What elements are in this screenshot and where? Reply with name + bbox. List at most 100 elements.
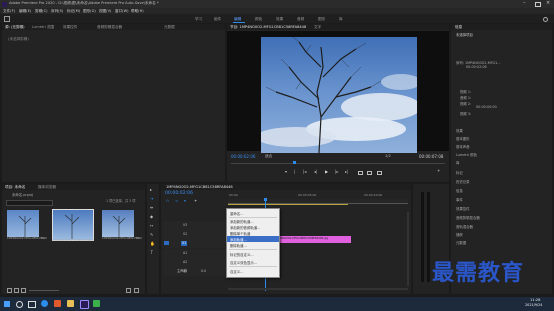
panel-link-audio-track-mixer[interactable]: 音轨混合器: [456, 224, 473, 229]
tab-info[interactable]: 信息: [455, 25, 462, 30]
quality-dropdown[interactable]: 1/2: [385, 154, 391, 159]
track-header-a3[interactable]: A3: [163, 267, 227, 276]
menu-add-track[interactable]: 添加新的轨道...: [230, 219, 254, 224]
program-timecode-left[interactable]: 00:00:02:06: [231, 155, 255, 159]
panel-link-info[interactable]: 信息: [456, 188, 463, 193]
track-header-v1[interactable]: V1: [163, 239, 227, 248]
timeline-settings-icon[interactable]: ✦: [194, 199, 197, 203]
selection-tool-icon[interactable]: ▸: [150, 188, 152, 192]
fit-dropdown[interactable]: 适合: [265, 154, 272, 159]
menu-delete-tracks[interactable]: 删除轨道...: [230, 243, 247, 248]
work-area-bar[interactable]: [228, 203, 348, 205]
folder-icon[interactable]: [67, 300, 74, 307]
tab-program[interactable]: 节目: 1MP4NG0O2-MFG1CB81C58RFA8448: [230, 25, 306, 30]
hand-icon[interactable]: ✋: [150, 242, 155, 246]
icon-view-icon[interactable]: [21, 288, 26, 293]
snap-icon[interactable]: ∩: [166, 199, 169, 203]
workspace-effects[interactable]: 效果: [276, 17, 283, 22]
track-header-v3[interactable]: V3: [163, 221, 227, 230]
add-button-icon[interactable]: +: [437, 169, 440, 173]
type-icon[interactable]: T: [151, 251, 153, 255]
track-select-icon[interactable]: ⇥: [150, 197, 153, 201]
panel-link-audio-clip-mixer[interactable]: 音频剪辑混合器: [456, 215, 480, 220]
source-patch-v1[interactable]: [164, 241, 169, 245]
edge-icon[interactable]: [41, 300, 48, 307]
ripple-edit-icon[interactable]: ⇹: [150, 206, 153, 210]
program-scrubber[interactable]: [231, 163, 445, 164]
slip-icon[interactable]: ↔: [150, 224, 153, 228]
workspace-assembly[interactable]: 组件: [214, 17, 221, 22]
wechat-icon[interactable]: [93, 300, 100, 307]
search-taskbar-icon[interactable]: [16, 301, 23, 308]
panel-link-effects[interactable]: 效果: [456, 128, 463, 133]
panel-link-metadata[interactable]: 元数据: [456, 240, 466, 245]
tab-timeline-sequence[interactable]: 1MP4NG0O2-MFG1CB81C58RFA8448: [166, 185, 233, 189]
list-view-icon[interactable]: [14, 288, 19, 293]
tab-metadata[interactable]: 元数据: [164, 25, 175, 30]
panel-link-events[interactable]: 事件: [456, 197, 463, 202]
tab-text[interactable]: 文字: [314, 25, 321, 30]
razor-icon[interactable]: ◆: [150, 215, 153, 219]
tab-project[interactable]: 项目: 未命名: [5, 185, 25, 190]
panel-link-capture[interactable]: 捕获: [456, 232, 463, 237]
menu-rename[interactable]: 重命名...: [230, 211, 243, 216]
start-icon[interactable]: [4, 301, 10, 307]
lift-icon[interactable]: [358, 171, 363, 175]
workspace-libraries[interactable]: 库: [339, 17, 343, 22]
track-scrollbar[interactable]: [407, 212, 409, 286]
task-view-icon[interactable]: [28, 301, 36, 308]
tab-audio-clip-mixer[interactable]: 音频剪辑混合器: [97, 25, 122, 30]
menu-customize-two-color[interactable]: 自定义双色显示...: [230, 260, 257, 265]
pen-icon[interactable]: ✎: [150, 233, 153, 237]
mark-in-icon[interactable]: ▾: [285, 170, 287, 174]
playhead-marker[interactable]: [293, 161, 296, 164]
clock-date[interactable]: 2021/9/24: [525, 303, 542, 307]
workspace-graphics[interactable]: 图形: [318, 17, 325, 22]
step-back-icon[interactable]: ◂|: [314, 170, 317, 174]
master-track-value[interactable]: 0.0: [201, 269, 206, 273]
workspace-color[interactable]: 颜色: [255, 17, 262, 22]
tab-media-browser[interactable]: 媒体浏览器: [38, 185, 56, 190]
workspace-learn[interactable]: 学习: [195, 17, 202, 22]
lock-icon[interactable]: [7, 288, 12, 293]
premiere-taskbar-icon[interactable]: [80, 300, 89, 309]
tab-source[interactable]: 源: (无剪辑): [5, 25, 25, 30]
menu-customize-markers[interactable]: 标记的自定义...: [230, 252, 254, 257]
zoom-slider[interactable]: [29, 289, 59, 291]
workspace-audio[interactable]: 音频: [297, 17, 304, 22]
mark-out-icon[interactable]: |: [294, 170, 295, 174]
panel-link-history[interactable]: 历史记录: [456, 179, 470, 184]
search-icon[interactable]: [543, 17, 548, 22]
tab-lumetri-scopes[interactable]: Lumetri 范围: [32, 25, 54, 30]
track-header-v2[interactable]: V2: [163, 230, 227, 239]
panel-link-markers[interactable]: 标记: [456, 170, 463, 175]
extract-icon[interactable]: [367, 171, 372, 175]
close-icon[interactable]: ×: [546, 1, 550, 6]
new-item-icon[interactable]: [126, 288, 131, 293]
linked-selection-icon[interactable]: ⊃: [175, 199, 178, 203]
timeline-clip-v1[interactable]: 1MP4NG0O2-MFG1CB81C58RFA8448.jpg: [273, 236, 351, 243]
go-to-out-icon[interactable]: ▸|: [345, 170, 348, 174]
project-search-input[interactable]: [6, 200, 53, 206]
menu-add-tracks[interactable]: 添加轨道...: [230, 237, 247, 242]
panel-link-essential-graphics[interactable]: 基本图形: [456, 136, 470, 141]
maximize-icon[interactable]: [535, 2, 541, 7]
home-icon[interactable]: [4, 16, 10, 22]
menu-add-audio-track[interactable]: 添加新的音频轨道...: [230, 225, 260, 230]
track-header-a1[interactable]: A1: [163, 249, 227, 258]
add-marker-icon[interactable]: ▾: [184, 199, 186, 203]
panel-link-effect-controls[interactable]: 效果控件: [456, 206, 470, 211]
export-frame-icon[interactable]: [377, 171, 382, 175]
track-header-a2[interactable]: A2: [163, 258, 227, 267]
timeline-timecode[interactable]: 00:00:02:06: [165, 191, 193, 197]
menu-customize[interactable]: 自定义...: [230, 269, 243, 274]
windows-store-icon[interactable]: [54, 300, 61, 307]
panel-link-lumetri-color[interactable]: Lumetri 颜色: [456, 152, 477, 157]
timeline-scrollbar[interactable]: [228, 288, 408, 290]
step-forward-icon[interactable]: |▸: [335, 170, 338, 174]
tab-effect-controls[interactable]: 效果控件: [63, 25, 77, 30]
panel-link-essential-sound[interactable]: 基本声音: [456, 144, 470, 149]
trash-icon[interactable]: [134, 288, 139, 293]
panel-link-libraries[interactable]: 库: [456, 160, 459, 165]
minimize-icon[interactable]: –: [523, 0, 526, 6]
